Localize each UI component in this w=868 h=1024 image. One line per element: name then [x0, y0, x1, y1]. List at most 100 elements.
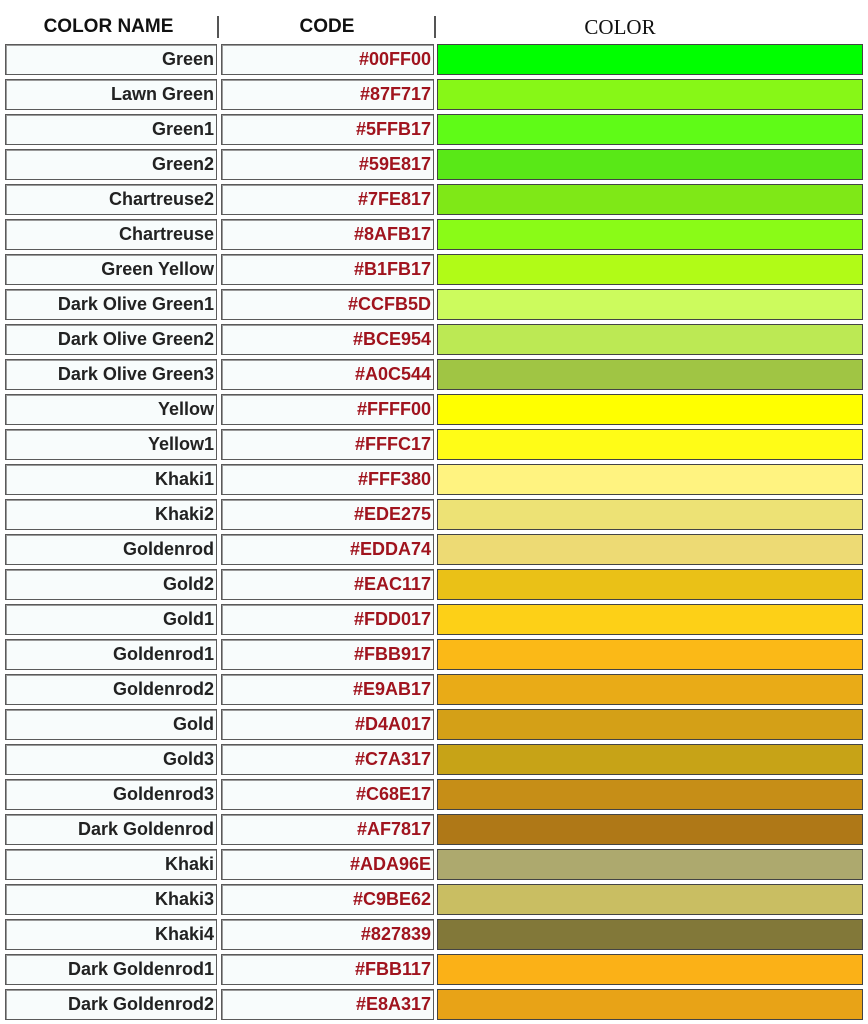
table-row: Goldenrod2 #E9AB17	[0, 674, 868, 705]
table-row: Khaki3 #C9BE62	[0, 884, 868, 915]
color-name-cell: Goldenrod2	[5, 674, 217, 705]
color-swatch	[437, 184, 863, 215]
color-name-cell: Goldenrod1	[5, 639, 217, 670]
color-name-cell: Gold3	[5, 744, 217, 775]
color-code-cell: #87F717	[221, 79, 434, 110]
table-row: Gold #D4A017	[0, 709, 868, 740]
table-row: Yellow1 #FFFC17	[0, 429, 868, 460]
color-swatch	[437, 114, 863, 145]
color-code-cell: #FDD017	[221, 604, 434, 635]
table-row: Khaki1 #FFF380	[0, 464, 868, 495]
color-code-cell: #FFF380	[221, 464, 434, 495]
color-code-cell: #D4A017	[221, 709, 434, 740]
color-code-cell: #FFFC17	[221, 429, 434, 460]
table-row: Khaki #ADA96E	[0, 849, 868, 880]
color-code-cell: #B1FB17	[221, 254, 434, 285]
color-name-cell: Green	[5, 44, 217, 75]
color-swatch	[437, 464, 863, 495]
table-row: Dark Olive Green1 #CCFB5D	[0, 289, 868, 320]
header-divider	[434, 16, 436, 38]
color-name-cell: Goldenrod3	[5, 779, 217, 810]
color-name-cell: Green2	[5, 149, 217, 180]
header-color: COLOR	[584, 15, 656, 39]
color-name-cell: Dark Goldenrod2	[5, 989, 217, 1020]
color-swatch	[437, 849, 863, 880]
color-swatch	[437, 534, 863, 565]
color-name-cell: Khaki2	[5, 499, 217, 530]
color-name-cell: Dark Goldenrod1	[5, 954, 217, 985]
color-name-cell: Dark Olive Green3	[5, 359, 217, 390]
color-code-cell: #EAC117	[221, 569, 434, 600]
table-row: Green1 #5FFB17	[0, 114, 868, 145]
color-code-cell: #827839	[221, 919, 434, 950]
color-code-cell: #BCE954	[221, 324, 434, 355]
table-row: Dark Olive Green2 #BCE954	[0, 324, 868, 355]
table-row: Goldenrod1 #FBB917	[0, 639, 868, 670]
color-name-cell: Lawn Green	[5, 79, 217, 110]
color-name-cell: Dark Goldenrod	[5, 814, 217, 845]
color-code-cell: #7FE817	[221, 184, 434, 215]
color-name-cell: Yellow	[5, 394, 217, 425]
color-swatch	[437, 884, 863, 915]
table-header: COLOR NAME CODE COLOR	[0, 0, 868, 44]
table-row: Dark Olive Green3 #A0C544	[0, 359, 868, 390]
table-row: Goldenrod #EDDA74	[0, 534, 868, 565]
table-row: Lawn Green #87F717	[0, 79, 868, 110]
color-name-cell: Khaki4	[5, 919, 217, 950]
color-code-cell: #8AFB17	[221, 219, 434, 250]
color-name-cell: Green Yellow	[5, 254, 217, 285]
color-name-cell: Chartreuse	[5, 219, 217, 250]
color-swatch	[437, 499, 863, 530]
color-swatch	[437, 919, 863, 950]
color-code-cell: #5FFB17	[221, 114, 434, 145]
color-code-cell: #ADA96E	[221, 849, 434, 880]
color-code-cell: #FBB917	[221, 639, 434, 670]
table-row: Yellow #FFFF00	[0, 394, 868, 425]
color-swatch	[437, 604, 863, 635]
color-name-cell: Green1	[5, 114, 217, 145]
color-code-cell: #C9BE62	[221, 884, 434, 915]
color-name-cell: Khaki1	[5, 464, 217, 495]
color-swatch	[437, 639, 863, 670]
color-table: COLOR NAME CODE COLOR Green #00FF00 Lawn G…	[0, 0, 868, 1024]
color-code-cell: #E8A317	[221, 989, 434, 1020]
table-row: Khaki4 #827839	[0, 919, 868, 950]
color-swatch	[437, 989, 863, 1020]
color-code-cell: #FBB117	[221, 954, 434, 985]
color-code-cell: #FFFF00	[221, 394, 434, 425]
color-swatch	[437, 359, 863, 390]
table-row: Goldenrod3 #C68E17	[0, 779, 868, 810]
color-swatch	[437, 814, 863, 845]
header-code: CODE	[299, 16, 355, 37]
color-swatch	[437, 219, 863, 250]
color-name-cell: Goldenrod	[5, 534, 217, 565]
table-row: Gold3 #C7A317	[0, 744, 868, 775]
color-swatch	[437, 779, 863, 810]
color-swatch	[437, 254, 863, 285]
color-name-cell: Gold2	[5, 569, 217, 600]
color-name-cell: Gold1	[5, 604, 217, 635]
color-swatch	[437, 674, 863, 705]
color-name-cell: Khaki3	[5, 884, 217, 915]
table-row: Green2 #59E817	[0, 149, 868, 180]
color-swatch	[437, 429, 863, 460]
color-code-cell: #C68E17	[221, 779, 434, 810]
color-swatch	[437, 149, 863, 180]
color-swatch	[437, 954, 863, 985]
color-name-cell: Dark Olive Green1	[5, 289, 217, 320]
header-divider	[217, 16, 219, 38]
color-code-cell: #A0C544	[221, 359, 434, 390]
table-row: Green #00FF00	[0, 44, 868, 75]
color-swatch	[437, 324, 863, 355]
color-code-cell: #E9AB17	[221, 674, 434, 705]
color-code-cell: #EDE275	[221, 499, 434, 530]
color-swatch	[437, 569, 863, 600]
table-row: Chartreuse #8AFB17	[0, 219, 868, 250]
table-row: Khaki2 #EDE275	[0, 499, 868, 530]
color-swatch	[437, 394, 863, 425]
table-row: Dark Goldenrod #AF7817	[0, 814, 868, 845]
table-row: Gold1 #FDD017	[0, 604, 868, 635]
color-name-cell: Khaki	[5, 849, 217, 880]
color-code-cell: #CCFB5D	[221, 289, 434, 320]
color-name-cell: Gold	[5, 709, 217, 740]
